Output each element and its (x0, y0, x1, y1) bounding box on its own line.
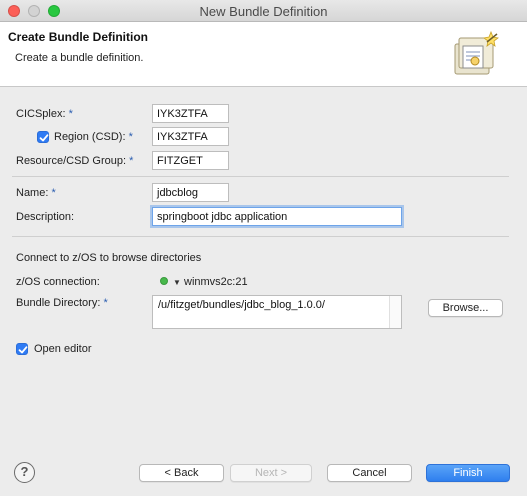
region-field[interactable]: IYK3ZTFA (152, 127, 229, 146)
check-icon (18, 346, 28, 354)
resource-group-field[interactable]: FITZGET (152, 151, 229, 170)
browse-button[interactable]: Browse... (428, 299, 503, 317)
name-field[interactable]: jdbcblog (152, 183, 229, 202)
finish-button[interactable]: Finish (426, 464, 510, 482)
cicsplex-field[interactable]: IYK3ZTFA (152, 104, 229, 123)
check-icon (39, 134, 49, 142)
wizard-icon (451, 28, 507, 80)
cancel-button[interactable]: Cancel (327, 464, 412, 482)
wizard-banner: Create Bundle Definition Create a bundle… (0, 22, 527, 87)
help-icon[interactable]: ? (14, 462, 35, 483)
connect-heading: Connect to z/OS to browse directories (16, 252, 202, 264)
page-description: Create a bundle definition. (15, 52, 144, 64)
bundle-directory-value: /u/fitzget/bundles/jdbc_blog_1.0.0/ (158, 299, 325, 311)
scrollbar[interactable] (389, 296, 401, 328)
dialog-window: New Bundle Definition Create Bundle Defi… (0, 0, 527, 496)
title-bar: New Bundle Definition (0, 0, 527, 22)
page-title: Create Bundle Definition (8, 30, 149, 44)
open-editor-label: Open editor (34, 343, 92, 355)
zos-connection-label: z/OS connection: (16, 276, 100, 288)
cicsplex-label: CICSplex: * (16, 108, 73, 120)
separator (12, 176, 509, 177)
name-label: Name: * (16, 187, 56, 199)
bundle-directory-label: Bundle Directory: * (16, 297, 108, 309)
chevron-down-icon[interactable]: ▼ (173, 278, 181, 287)
window-title: New Bundle Definition (199, 4, 328, 19)
connection-status-icon (160, 277, 168, 285)
region-checkbox[interactable] (37, 131, 49, 143)
description-label: Description: (16, 211, 75, 223)
bundle-directory-field[interactable]: /u/fitzget/bundles/jdbc_blog_1.0.0/ (152, 295, 402, 329)
description-field[interactable]: springboot jdbc application (152, 207, 402, 226)
zos-connection-value[interactable]: winmvs2c:21 (184, 276, 248, 288)
next-button[interactable]: Next > (230, 464, 312, 482)
back-button[interactable]: < Back (139, 464, 224, 482)
open-editor-checkbox[interactable] (16, 343, 28, 355)
resource-group-label: Resource/CSD Group: * (16, 155, 134, 167)
region-label: Region (CSD): * (54, 131, 133, 143)
separator (12, 236, 509, 237)
